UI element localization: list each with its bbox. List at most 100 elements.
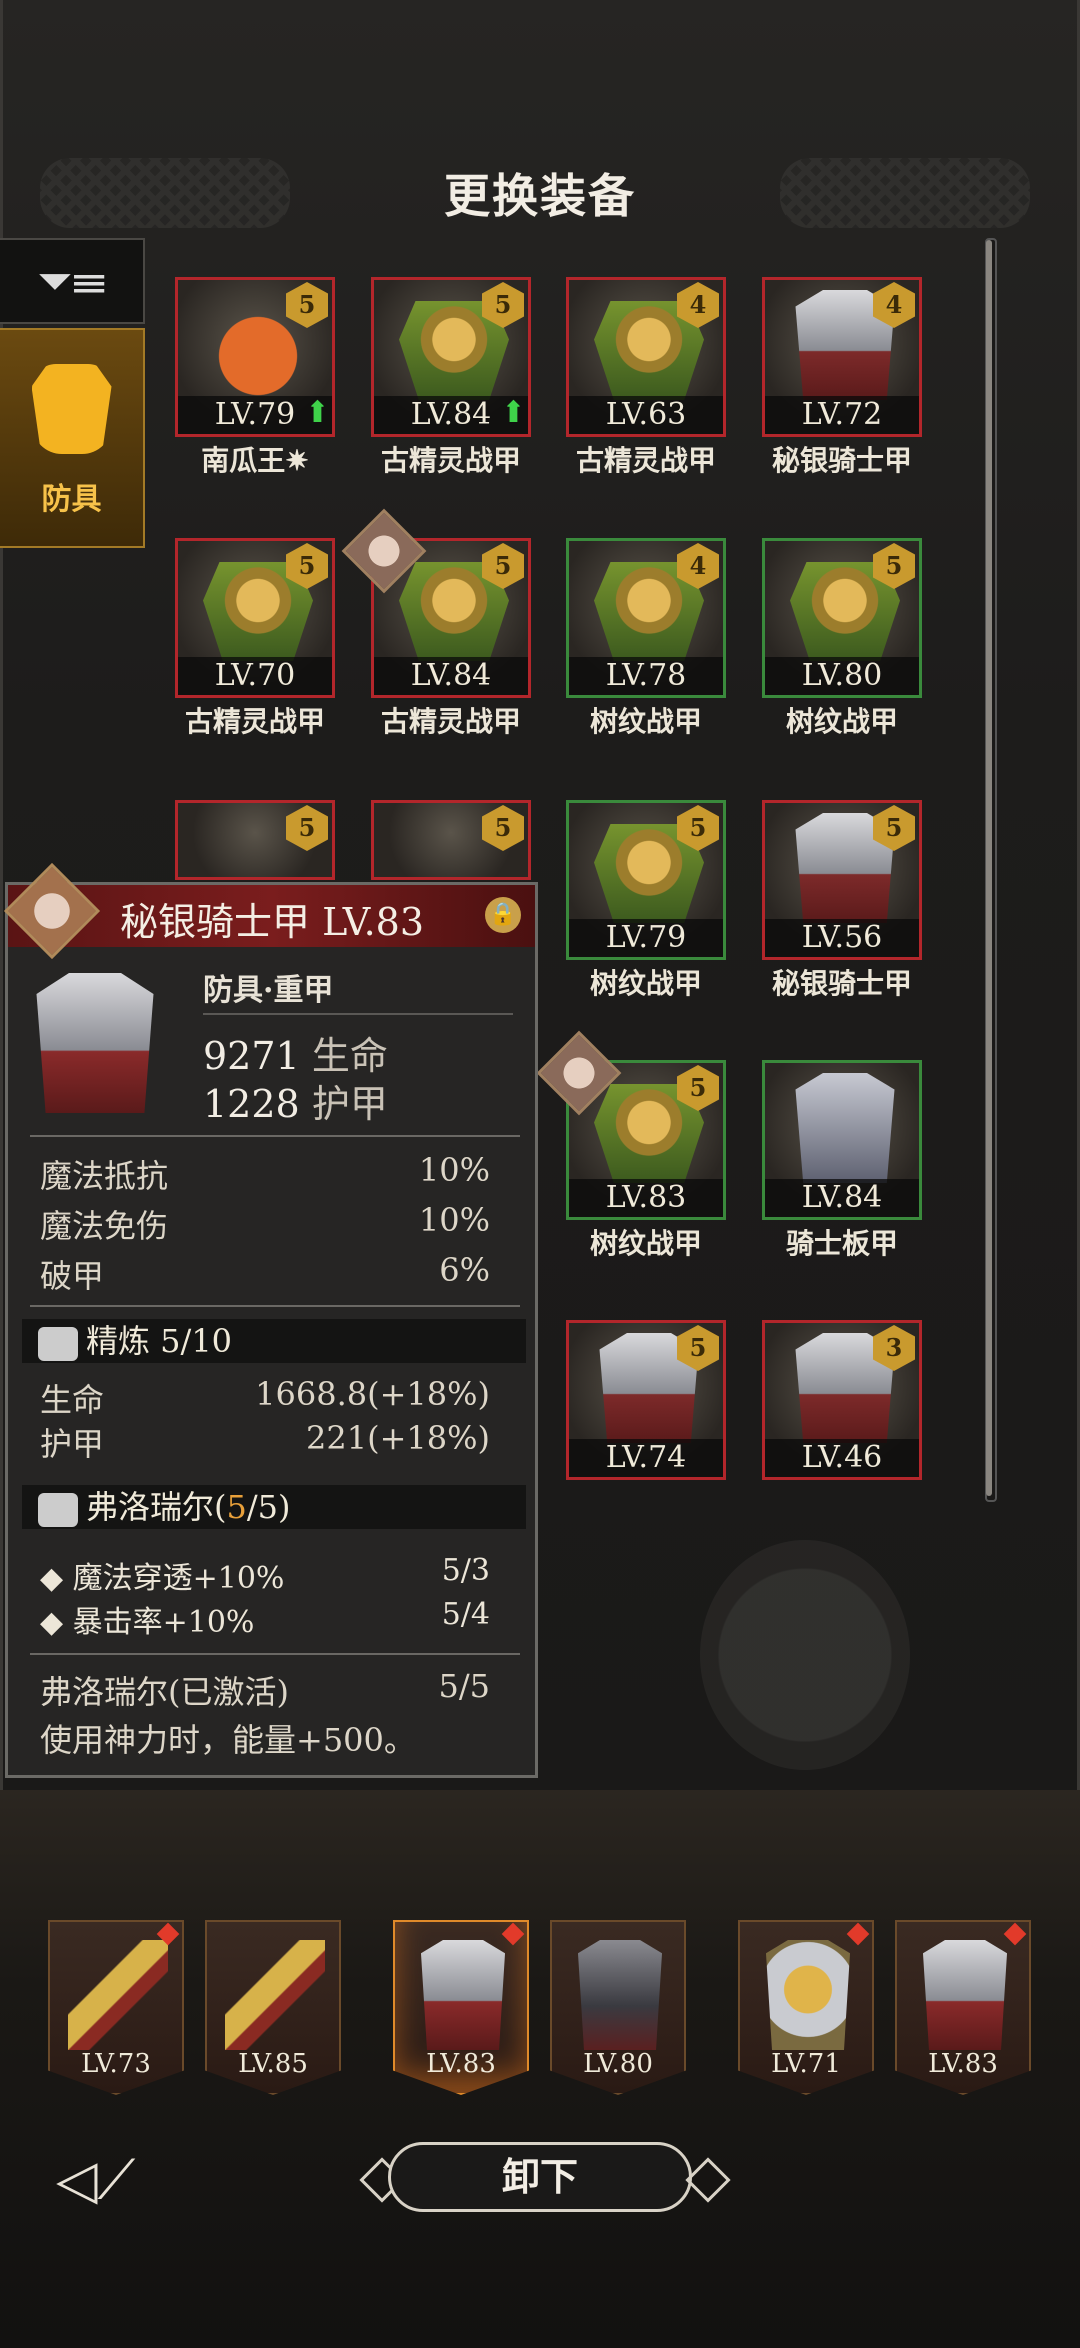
armor-icon	[31, 364, 112, 454]
helmet-watermark-icon	[700, 1540, 910, 1770]
unequip-button[interactable]: 卸下	[388, 2142, 692, 2212]
refine-title: 精炼 5/10	[86, 1322, 233, 1360]
set-bonus-value: 5/4	[441, 1597, 490, 1632]
equipment-item[interactable]: 5 LV.84 ⬆	[371, 277, 531, 437]
set-bonus-label: ◆ 暴击率+10%	[40, 1605, 255, 1640]
item-level: LV.63	[569, 396, 723, 434]
item-name: 古精灵战甲	[380, 705, 521, 738]
equipment-item[interactable]: 3 LV.46	[762, 1320, 922, 1480]
star-rank-badge: 5	[482, 805, 524, 851]
set-active-value: 5/5	[438, 1667, 491, 1705]
refine-row: 护甲 221(+18%)	[40, 1419, 490, 1465]
equipped-slot[interactable]: LV.73	[48, 1920, 184, 2095]
stat-label: 魔法抵抗	[40, 1157, 169, 1195]
alert-dot-icon	[501, 1922, 525, 1946]
alert-dot-icon	[1003, 1922, 1027, 1946]
equipment-item[interactable]: 5 LV.79	[566, 800, 726, 960]
item-name: 古精灵战甲	[380, 444, 521, 477]
stat-row: 魔法抵抗 10%	[40, 1151, 490, 1197]
hp-value: 9271	[203, 1034, 300, 1078]
slot-level: LV.73	[81, 2049, 151, 2079]
lock-icon[interactable]: 🔒	[485, 897, 521, 933]
equipment-item[interactable]: 5	[175, 800, 335, 880]
item-name: 古精灵战甲	[575, 444, 716, 477]
refine-row: 生命 1668.8(+18%)	[40, 1375, 490, 1421]
slot-level: LV.80	[583, 2049, 653, 2079]
item-level: LV.79	[569, 919, 723, 957]
tab-armor-label: 防具	[41, 482, 102, 517]
armor-value: 1228	[203, 1082, 300, 1126]
set-name: 弗洛瑞尔(	[86, 1488, 227, 1526]
detail-subtype: 防具·重甲	[203, 973, 334, 1008]
stat-value: 10%	[418, 1151, 490, 1189]
item-level: LV.83	[569, 1179, 723, 1217]
divider	[30, 1135, 520, 1137]
equipment-item[interactable]: 5 LV.70	[175, 538, 335, 698]
filter-tab[interactable]: ⏷☰	[0, 238, 145, 324]
equipment-item[interactable]: 5 LV.74	[566, 1320, 726, 1480]
armor-icon	[795, 1073, 895, 1183]
item-name: 秘银骑士甲	[771, 967, 912, 1000]
item-name: 骑士板甲	[785, 1227, 898, 1260]
tab-armor[interactable]: 防具	[0, 328, 145, 548]
item-level: LV.74	[569, 1439, 723, 1477]
slot-level: LV.85	[238, 2049, 308, 2079]
item-level: LV.84	[374, 657, 528, 695]
back-arrow-icon[interactable]: ◁⟋	[56, 2150, 136, 2210]
dark-icon	[578, 1940, 662, 2050]
filter-icon: ⏷☰	[37, 255, 106, 307]
divider	[203, 1013, 513, 1015]
set-total: /5)	[246, 1488, 291, 1526]
item-level: LV.80	[765, 657, 919, 695]
detail-armor-image	[36, 973, 154, 1113]
equipment-item[interactable]: 4 LV.78	[566, 538, 726, 698]
stat-label: 魔法免伤	[40, 1207, 169, 1245]
upgrade-arrow-icon: ⬆	[500, 395, 526, 430]
refine-label: 生命	[40, 1381, 105, 1419]
item-name: 树纹战甲	[589, 705, 702, 738]
item-level: LV.56	[765, 919, 919, 957]
equipment-item[interactable]: 5 LV.84	[341, 508, 531, 698]
item-name: 树纹战甲	[785, 705, 898, 738]
item-detail-card: 秘银骑士甲 LV.83 🔒 防具·重甲 9271 生命 1228 护甲 魔法抵抗…	[3, 862, 538, 1778]
refine-value: 1668.8(+18%)	[255, 1375, 490, 1413]
equipment-item[interactable]: 5 LV.80	[762, 538, 922, 698]
equipped-slot[interactable]: LV.80	[550, 1920, 686, 2095]
equipment-item[interactable]: 4 LV.63	[566, 277, 726, 437]
equipment-item[interactable]: 4 LV.72	[762, 277, 922, 437]
set-bonus-row: ◆ 暴击率+10% 5/4	[40, 1597, 490, 1641]
equipped-slot[interactable]: LV.71	[738, 1920, 874, 2095]
silver-icon	[421, 1940, 505, 2050]
refine-value: 221(+18%)	[306, 1419, 490, 1457]
set-helmet-icon	[38, 1492, 78, 1527]
slot-level: LV.71	[771, 2049, 841, 2079]
detail-header: 秘银骑士甲 LV.83 🔒	[3, 862, 535, 960]
set-active-label: 弗洛瑞尔(已激活)	[40, 1673, 289, 1711]
item-name: 秘银骑士甲	[771, 444, 912, 477]
slot-level: LV.83	[928, 2049, 998, 2079]
equipment-item[interactable]: 5 LV.79 ⬆	[175, 277, 335, 437]
equipment-item[interactable]: 5 LV.56	[762, 800, 922, 960]
set-description: 使用神力时，能量+500。	[40, 1721, 416, 1759]
stat-label: 破甲	[40, 1257, 105, 1295]
stat-row: 魔法免伤 10%	[40, 1201, 490, 1247]
divider	[30, 1305, 520, 1307]
stat-value: 10%	[418, 1201, 490, 1239]
equipped-slot[interactable]: LV.83	[895, 1920, 1031, 2095]
hp-stat: 9271 生命	[203, 1025, 388, 1080]
armor-stat: 1228 护甲	[203, 1073, 388, 1128]
equipped-slot[interactable]: LV.85	[205, 1920, 341, 2095]
silver-icon	[923, 1940, 1007, 2050]
equipment-item[interactable]: LV.84	[762, 1060, 922, 1220]
set-bonus-value: 5/3	[441, 1553, 490, 1588]
refine-icon	[38, 1326, 78, 1361]
equipment-item[interactable]: 5	[371, 800, 531, 880]
armor-unit: 护甲	[311, 1082, 388, 1126]
item-level: LV.46	[765, 1439, 919, 1477]
equipment-item[interactable]: 5 LV.83	[536, 1030, 726, 1220]
shield-icon	[766, 1940, 850, 2050]
scrollbar-thumb[interactable]	[986, 240, 992, 1496]
equipped-slot[interactable]: LV.83	[393, 1920, 529, 2095]
hammer-icon	[225, 1940, 325, 2050]
detail-item-name: 秘银骑士甲 LV.83	[120, 900, 425, 944]
